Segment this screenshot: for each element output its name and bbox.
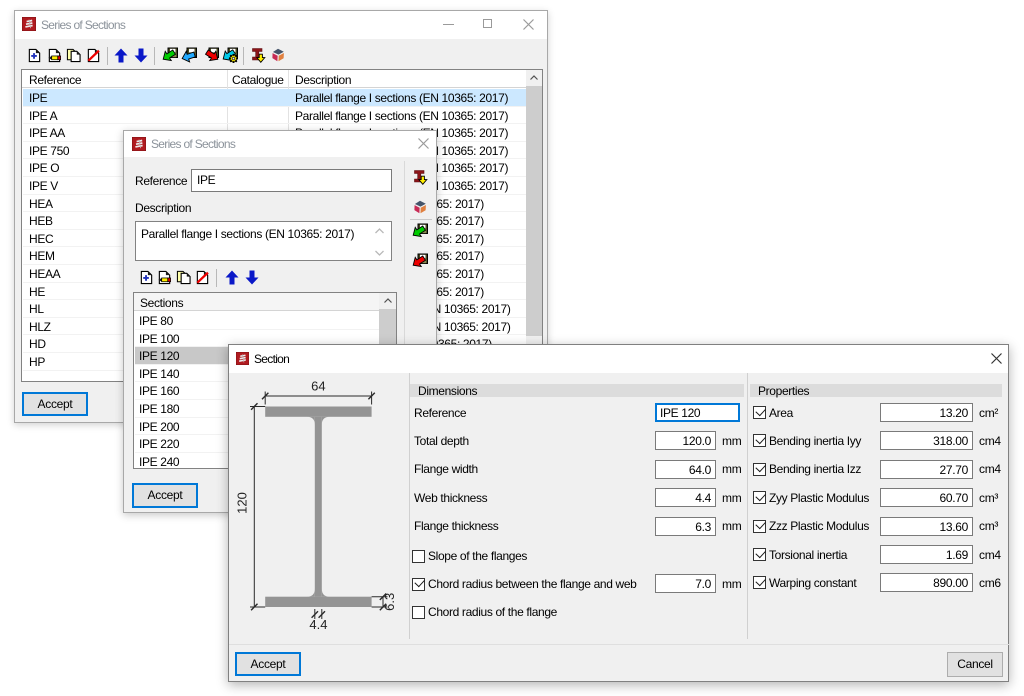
svg-text:64: 64	[311, 379, 325, 394]
svg-text:6.3: 6.3	[382, 593, 397, 611]
svg-text:4.4: 4.4	[309, 617, 327, 632]
svg-text:120: 120	[235, 492, 250, 514]
